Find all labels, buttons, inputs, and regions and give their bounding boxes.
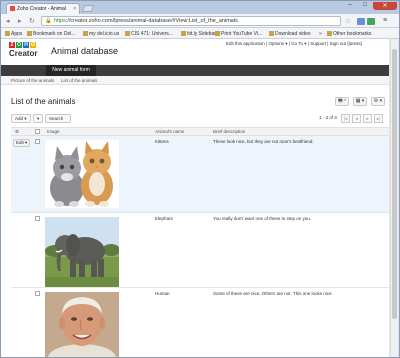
zoho-favicon-icon [10, 6, 15, 12]
apps-icon [5, 31, 10, 37]
app-title: Animal database [51, 46, 119, 56]
delete-button[interactable]: ▾ [33, 114, 43, 123]
bookmarks-bar: Apps Bookmark on Del... my del.icio.us C… [1, 28, 399, 39]
bookmark-item[interactable]: Print YouTube Vi... [215, 31, 262, 37]
animal-description: These look nice, but they are not man's … [213, 139, 314, 144]
column-header-name[interactable]: Animal's name [155, 129, 184, 134]
bookmark-icon [27, 31, 32, 37]
logo-letter: O [30, 42, 36, 48]
bookmark-icon [125, 31, 130, 37]
row-checkbox[interactable] [35, 216, 40, 221]
bookmark-item[interactable]: Apps [5, 31, 22, 37]
bookmark-icon [83, 31, 88, 37]
elephant-image [45, 217, 119, 289]
top-links[interactable]: Edit this application | Options ▾ | Go T… [226, 41, 362, 47]
extension-icon[interactable] [367, 18, 375, 25]
zoho-app: ZOHO Creator Animal database Edit this a… [1, 39, 389, 357]
bookmark-item[interactable]: Download video [269, 31, 311, 37]
new-tab-button[interactable] [81, 5, 95, 12]
action-bar: Add ▾ ▾ Search 1 - 3 of 3 |◂ ◂ ▸ ▸| [11, 114, 389, 124]
bookmark-item[interactable]: bit.ly Sidebar [181, 31, 216, 37]
tab-title: Zoho Creator - Animal [17, 6, 66, 12]
extension-icon[interactable] [357, 18, 365, 25]
column-header-description[interactable]: Brief description [213, 129, 245, 134]
subnav-picture-of-animals[interactable]: Picture of the animals [11, 78, 54, 83]
tab-new-animal-form[interactable]: New animal form [46, 65, 96, 76]
prev-page-button[interactable]: ◂ [352, 114, 361, 123]
tab-close-icon[interactable]: × [73, 6, 76, 12]
animal-name: Elephant [155, 216, 173, 221]
zoho-creator-logo[interactable]: ZOHO Creator [9, 42, 39, 58]
bookmark-item[interactable]: my del.icio.us [83, 31, 119, 37]
back-arrow-icon[interactable]: ◂ [6, 17, 10, 25]
address-bar[interactable]: 🔒 https://creator.zoho.com/lpress/animal-… [41, 16, 341, 26]
forward-arrow-icon[interactable]: ▸ [18, 17, 22, 25]
column-settings-icon[interactable]: ⚙ [15, 129, 19, 135]
logo-letter: O [16, 42, 22, 48]
print-button[interactable]: 🖶 ▾ [335, 97, 349, 106]
url-text: ://creator.zoho.com/lpress/animal-databa… [65, 18, 238, 24]
bookmark-icon [269, 31, 274, 37]
animal-description: You really don't want one of these to st… [213, 216, 312, 221]
logo-letter: H [23, 42, 29, 48]
edit-record-button[interactable]: Edit ▾ [13, 139, 31, 147]
sub-nav: Picture of the animals List of the anima… [1, 76, 389, 85]
bookmarks-overflow[interactable]: » [319, 31, 322, 37]
bookmark-item[interactable]: CIS 471: Univers... [125, 31, 173, 37]
browser-menu-icon[interactable]: ≡ [383, 17, 387, 24]
bookmark-item[interactable]: Bookmark on Del... [27, 31, 76, 37]
pager-text: 1 - 3 of 3 [319, 115, 337, 120]
select-all-checkbox[interactable] [35, 129, 40, 134]
lock-icon: 🔒 [45, 18, 52, 24]
browser-tab[interactable]: Zoho Creator - Animal × [6, 3, 80, 14]
settings-button[interactable]: ⚙ ▾ [371, 97, 385, 106]
next-page-button[interactable]: ▸ [363, 114, 372, 123]
minimize-button[interactable]: – [343, 2, 357, 10]
tab-strip: Zoho Creator - Animal × – □ ✕ [1, 1, 399, 14]
last-page-button[interactable]: ▸| [374, 114, 383, 123]
search-button[interactable]: Search [45, 114, 71, 123]
other-bookmarks[interactable]: Other bookmarks [327, 31, 371, 37]
maximize-button[interactable]: □ [358, 2, 372, 10]
page-scrollbar[interactable] [390, 39, 398, 357]
view-options-button[interactable]: ▦ ▾ [353, 97, 367, 106]
subnav-list-of-animals[interactable]: List of the animals [61, 78, 97, 83]
add-button[interactable]: Add ▾ [11, 114, 31, 123]
browser-toolbar: ◂ ▸ ↻ 🔒 https://creator.zoho.com/lpress/a… [1, 14, 399, 28]
scrollbar-thumb[interactable] [392, 49, 397, 319]
url-scheme: https [53, 18, 66, 24]
animal-description: Some of these are nice. Others are not. … [213, 291, 333, 296]
kittens-image [45, 140, 119, 210]
human-image [45, 292, 119, 357]
table-row[interactable]: Human Some of these are nice. Others are… [11, 288, 389, 357]
logo-text: Creator [9, 49, 38, 58]
column-header-image[interactable]: Image [47, 129, 60, 134]
app-nav-bar: New animal form [1, 65, 389, 76]
first-page-button[interactable]: |◂ [341, 114, 350, 123]
animal-name: Kittens [155, 139, 169, 144]
table-row[interactable]: Elephant You really don't want one of th… [11, 213, 389, 288]
bookmark-star-icon[interactable]: ☆ [345, 17, 351, 25]
table-row[interactable]: Edit ▾ Kittens These look nice, but they… [11, 136, 389, 213]
folder-icon [327, 31, 332, 37]
close-window-button[interactable]: ✕ [373, 2, 397, 10]
reload-icon[interactable]: ↻ [29, 17, 35, 25]
bookmark-icon [181, 31, 186, 37]
animal-name: Human [155, 291, 170, 296]
logo-letter: Z [9, 42, 15, 48]
page-title: List of the animals [11, 97, 76, 106]
row-checkbox[interactable] [35, 291, 40, 296]
row-checkbox[interactable] [35, 139, 40, 144]
table-header: ⚙ Image Animal's name Brief description [11, 127, 389, 136]
bookmark-icon [215, 31, 220, 37]
app-header: ZOHO Creator Animal database Edit this a… [1, 39, 389, 63]
